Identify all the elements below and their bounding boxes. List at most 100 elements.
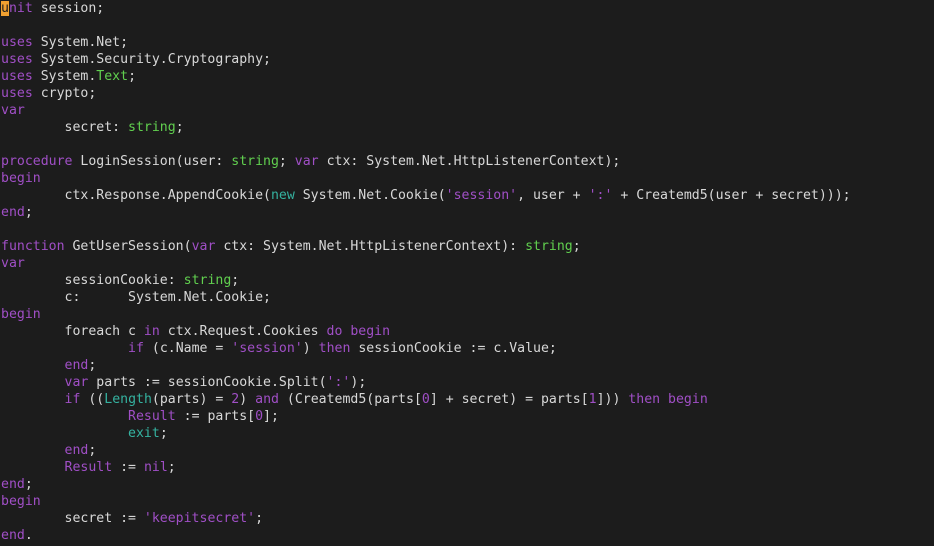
- code-token: ctx: System.Net.HttpListenerContext):: [215, 239, 526, 254]
- code-editor[interactable]: unit session; uses System.Net; uses System…: [0, 0, 934, 546]
- code-token: 0: [255, 409, 264, 424]
- code-token: then begin: [628, 392, 708, 407]
- code-line[interactable]: end;: [1, 476, 33, 493]
- code-token: ])): [596, 392, 629, 407]
- code-line[interactable]: var: [1, 102, 25, 119]
- code-token: GetUserSession(: [64, 239, 192, 254]
- code-token: function: [1, 239, 65, 254]
- code-token: begin: [1, 307, 41, 322]
- code-token: ;: [88, 358, 97, 373]
- code-line[interactable]: uses System.Text;: [1, 68, 136, 85]
- code-token: Text: [96, 69, 129, 84]
- code-line[interactable]: begin: [1, 306, 41, 323]
- code-token: ((: [80, 392, 105, 407]
- code-line[interactable]: begin: [1, 493, 41, 510]
- code-token: end: [1, 205, 25, 220]
- code-token: (Createmd5(parts[: [278, 392, 422, 407]
- code-token: session;: [32, 1, 105, 16]
- code-line[interactable]: c: System.Net.Cookie;: [1, 289, 271, 306]
- code-token: ] + secret) = parts[: [429, 392, 589, 407]
- code-token: System.Net.Cookie(: [294, 188, 446, 203]
- code-line[interactable]: end;: [1, 204, 33, 221]
- code-line[interactable]: end;: [1, 357, 97, 374]
- code-line[interactable]: procedure LoginSession(user: string; var…: [1, 153, 620, 170]
- code-line[interactable]: var parts := sessionCookie.Split(':');: [1, 374, 367, 391]
- code-token: string: [231, 154, 279, 169]
- code-token: uses: [1, 35, 33, 50]
- code-token: if: [64, 392, 81, 407]
- code-line[interactable]: function GetUserSession(var ctx: System.…: [1, 238, 581, 255]
- code-token: ;: [24, 205, 33, 220]
- code-line[interactable]: uses System.Security.Cryptography;: [1, 51, 271, 68]
- code-token: end: [1, 477, 25, 492]
- code-token: ;: [255, 511, 264, 526]
- code-token: var: [191, 239, 216, 254]
- code-token: procedure: [1, 154, 73, 169]
- code-token: ctx.Response.AppendCookie(: [1, 188, 271, 203]
- code-token: ;: [231, 273, 240, 288]
- code-token: begin: [1, 494, 41, 509]
- code-line[interactable]: secret: string;: [1, 119, 184, 136]
- code-token: ];: [263, 409, 279, 424]
- code-token: c: System.Net.Cookie;: [1, 290, 271, 305]
- code-token: ':': [326, 375, 351, 390]
- code-line[interactable]: unit session;: [1, 0, 104, 17]
- code-token: ;: [572, 239, 581, 254]
- code-token: in: [143, 324, 160, 339]
- code-line[interactable]: Result := parts[0];: [1, 408, 279, 425]
- code-token: ;: [167, 460, 176, 475]
- code-line[interactable]: end.: [1, 527, 33, 544]
- code-line[interactable]: begin: [1, 170, 41, 187]
- code-line[interactable]: var: [1, 255, 25, 272]
- code-line[interactable]: secret := 'keepitsecret';: [1, 510, 264, 527]
- code-token: end: [64, 443, 89, 458]
- code-token: var: [64, 375, 89, 390]
- code-token: new: [270, 188, 295, 203]
- code-token: string: [128, 120, 176, 135]
- code-line[interactable]: if ((Length(parts) = 2) and (Createmd5(p…: [1, 391, 708, 408]
- code-line[interactable]: uses crypto;: [1, 85, 96, 102]
- code-token: LoginSession(user:: [72, 154, 232, 169]
- code-token: System.: [32, 69, 97, 84]
- code-line[interactable]: Result := nil;: [1, 459, 176, 476]
- code-token: parts := sessionCookie.Split(: [88, 375, 327, 390]
- code-token: 1: [588, 392, 597, 407]
- code-token: end: [64, 358, 89, 373]
- code-token: ':': [588, 188, 613, 203]
- code-token: ctx.Request.Cookies: [159, 324, 327, 339]
- code-token: if: [128, 341, 144, 356]
- code-token: 0: [421, 392, 430, 407]
- text-cursor: u: [1, 1, 9, 16]
- code-token: secret:: [1, 120, 129, 135]
- code-token: ): [302, 341, 319, 356]
- code-token: + Createmd5(user + secret)));: [612, 188, 851, 203]
- code-token: foreach c: [1, 324, 144, 339]
- code-token: ;: [128, 69, 137, 84]
- code-token: and: [255, 392, 279, 407]
- code-token: exit: [128, 426, 160, 441]
- code-line[interactable]: end;: [1, 442, 97, 459]
- code-token: var: [1, 103, 25, 118]
- code-token: ctx: System.Net.HttpListenerContext);: [318, 154, 621, 169]
- code-line[interactable]: ctx.Response.AppendCookie(new System.Net…: [1, 187, 851, 204]
- code-token: System.Net;: [32, 35, 129, 50]
- code-token: nit: [8, 1, 33, 16]
- code-token: crypto;: [32, 86, 97, 101]
- code-token: 'keepitsecret': [143, 511, 256, 526]
- code-line[interactable]: uses System.Net;: [1, 34, 128, 51]
- code-line[interactable]: sessionCookie: string;: [1, 272, 240, 289]
- code-token: );: [350, 375, 367, 390]
- code-line[interactable]: exit;: [1, 425, 168, 442]
- code-token: := parts[: [175, 409, 256, 424]
- code-token: uses: [1, 69, 33, 84]
- code-token: do begin: [326, 324, 391, 339]
- code-line[interactable]: foreach c in ctx.Request.Cookies do begi…: [1, 323, 391, 340]
- code-line[interactable]: if (c.Name = 'session') then sessionCook…: [1, 340, 557, 357]
- code-token: sessionCookie:: [1, 273, 184, 288]
- code-token: :=: [112, 460, 144, 475]
